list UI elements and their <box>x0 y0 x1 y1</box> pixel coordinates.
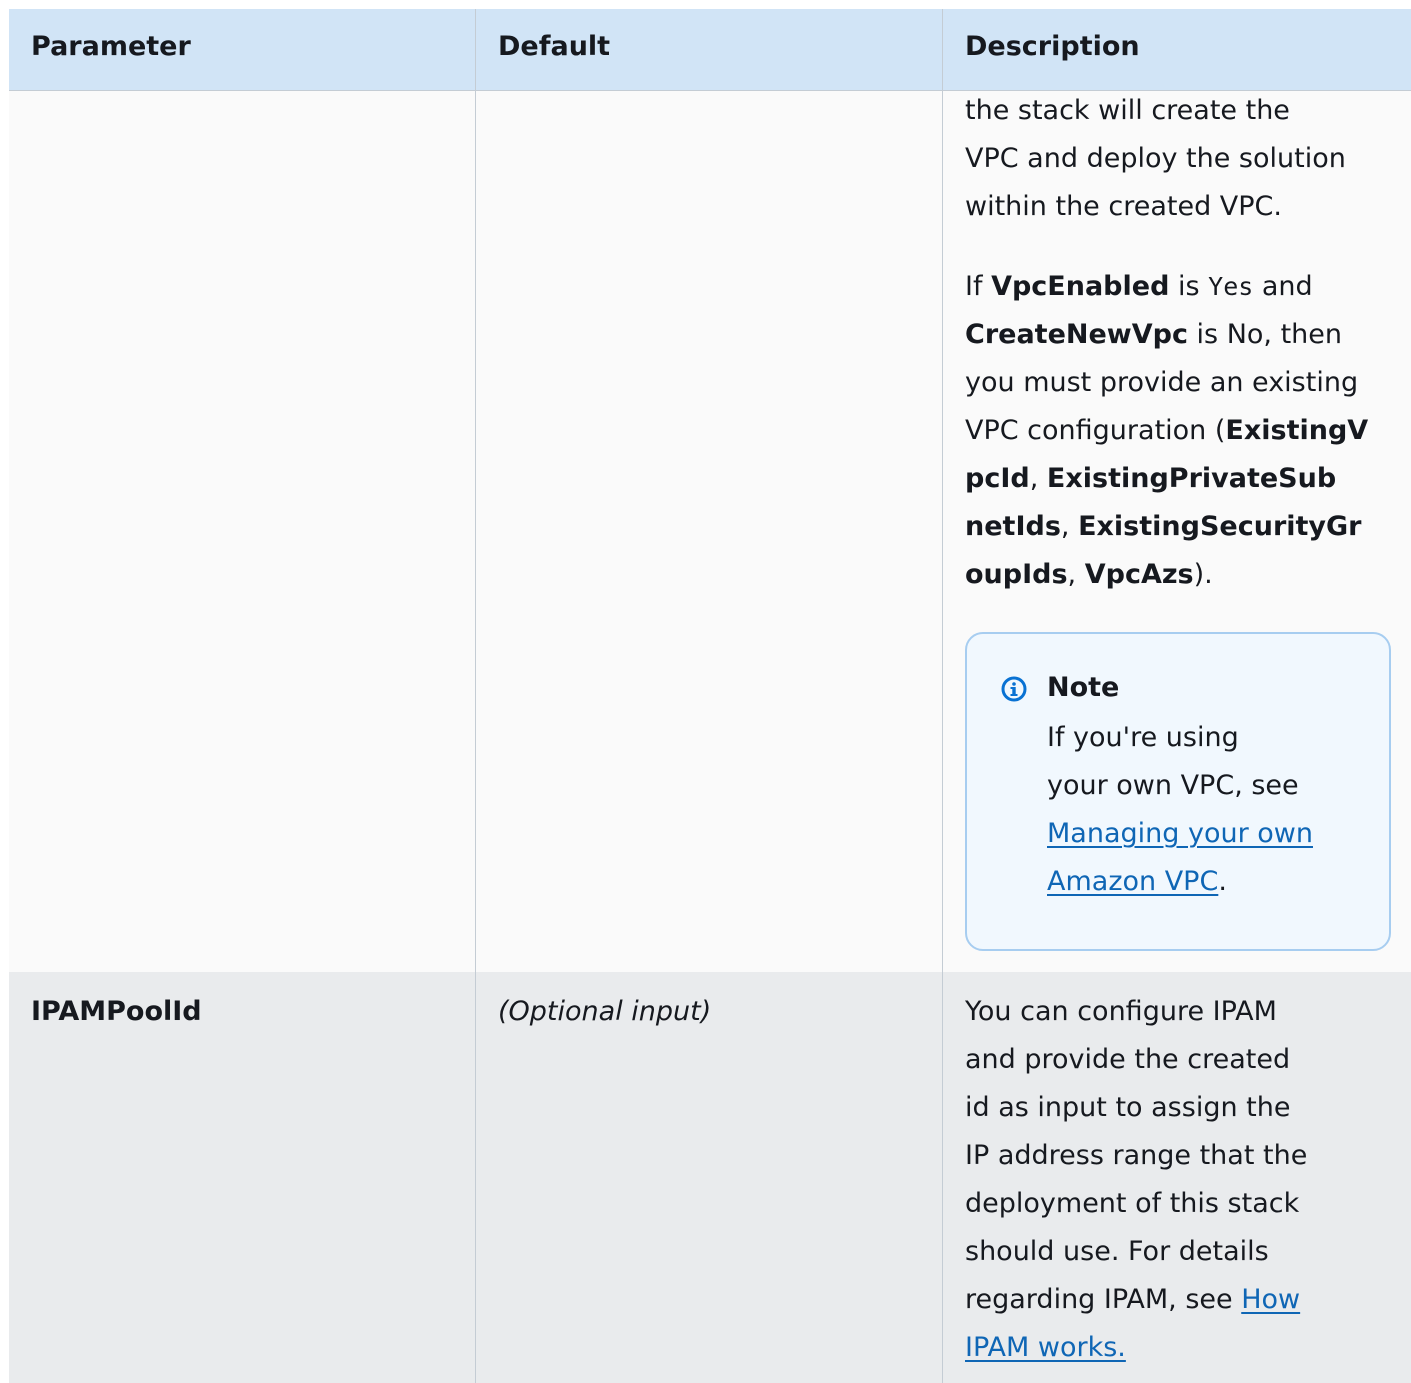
note-body: If you're using your own VPC, see Managi… <box>1047 722 1313 897</box>
info-icon <box>1001 676 1027 702</box>
table-row: the stack will create the VPC and deploy… <box>9 91 1411 972</box>
note-title: Note <box>1047 672 1120 703</box>
yes-literal: Yes <box>1208 272 1254 301</box>
description-paragraph: the stack will create the VPC and deploy… <box>965 95 1346 222</box>
parameters-table: Parameter Default Description the stack … <box>9 9 1411 1383</box>
default-cell: (Optional input) <box>476 972 943 1383</box>
vpc-condition-paragraph: If VpcEnabled is Yes and CreateNewVpc is… <box>965 271 1369 590</box>
managing-vpc-link[interactable]: Managing your own Amazon VPC <box>1047 818 1313 897</box>
description-cell: the stack will create the VPC and deploy… <box>943 91 1411 972</box>
default-cell <box>476 91 943 972</box>
table-header: Parameter Default Description <box>9 9 1411 91</box>
parameter-cell <box>9 91 476 972</box>
header-description: Description <box>965 31 1140 62</box>
header-default: Default <box>476 9 943 90</box>
vpc-enabled-term: VpcEnabled <box>991 271 1170 302</box>
parameter-cell: IPAMPoolId <box>9 972 476 1383</box>
table-row: IPAMPoolId (Optional input) You can conf… <box>9 972 1411 1383</box>
header-parameter: Parameter <box>9 9 476 90</box>
create-new-vpc-term: CreateNewVpc <box>965 319 1188 350</box>
description-cell: You can configure IPAM and provide the c… <box>965 996 1308 1363</box>
note-callout: Note If you're using your own VPC, see M… <box>965 632 1391 951</box>
